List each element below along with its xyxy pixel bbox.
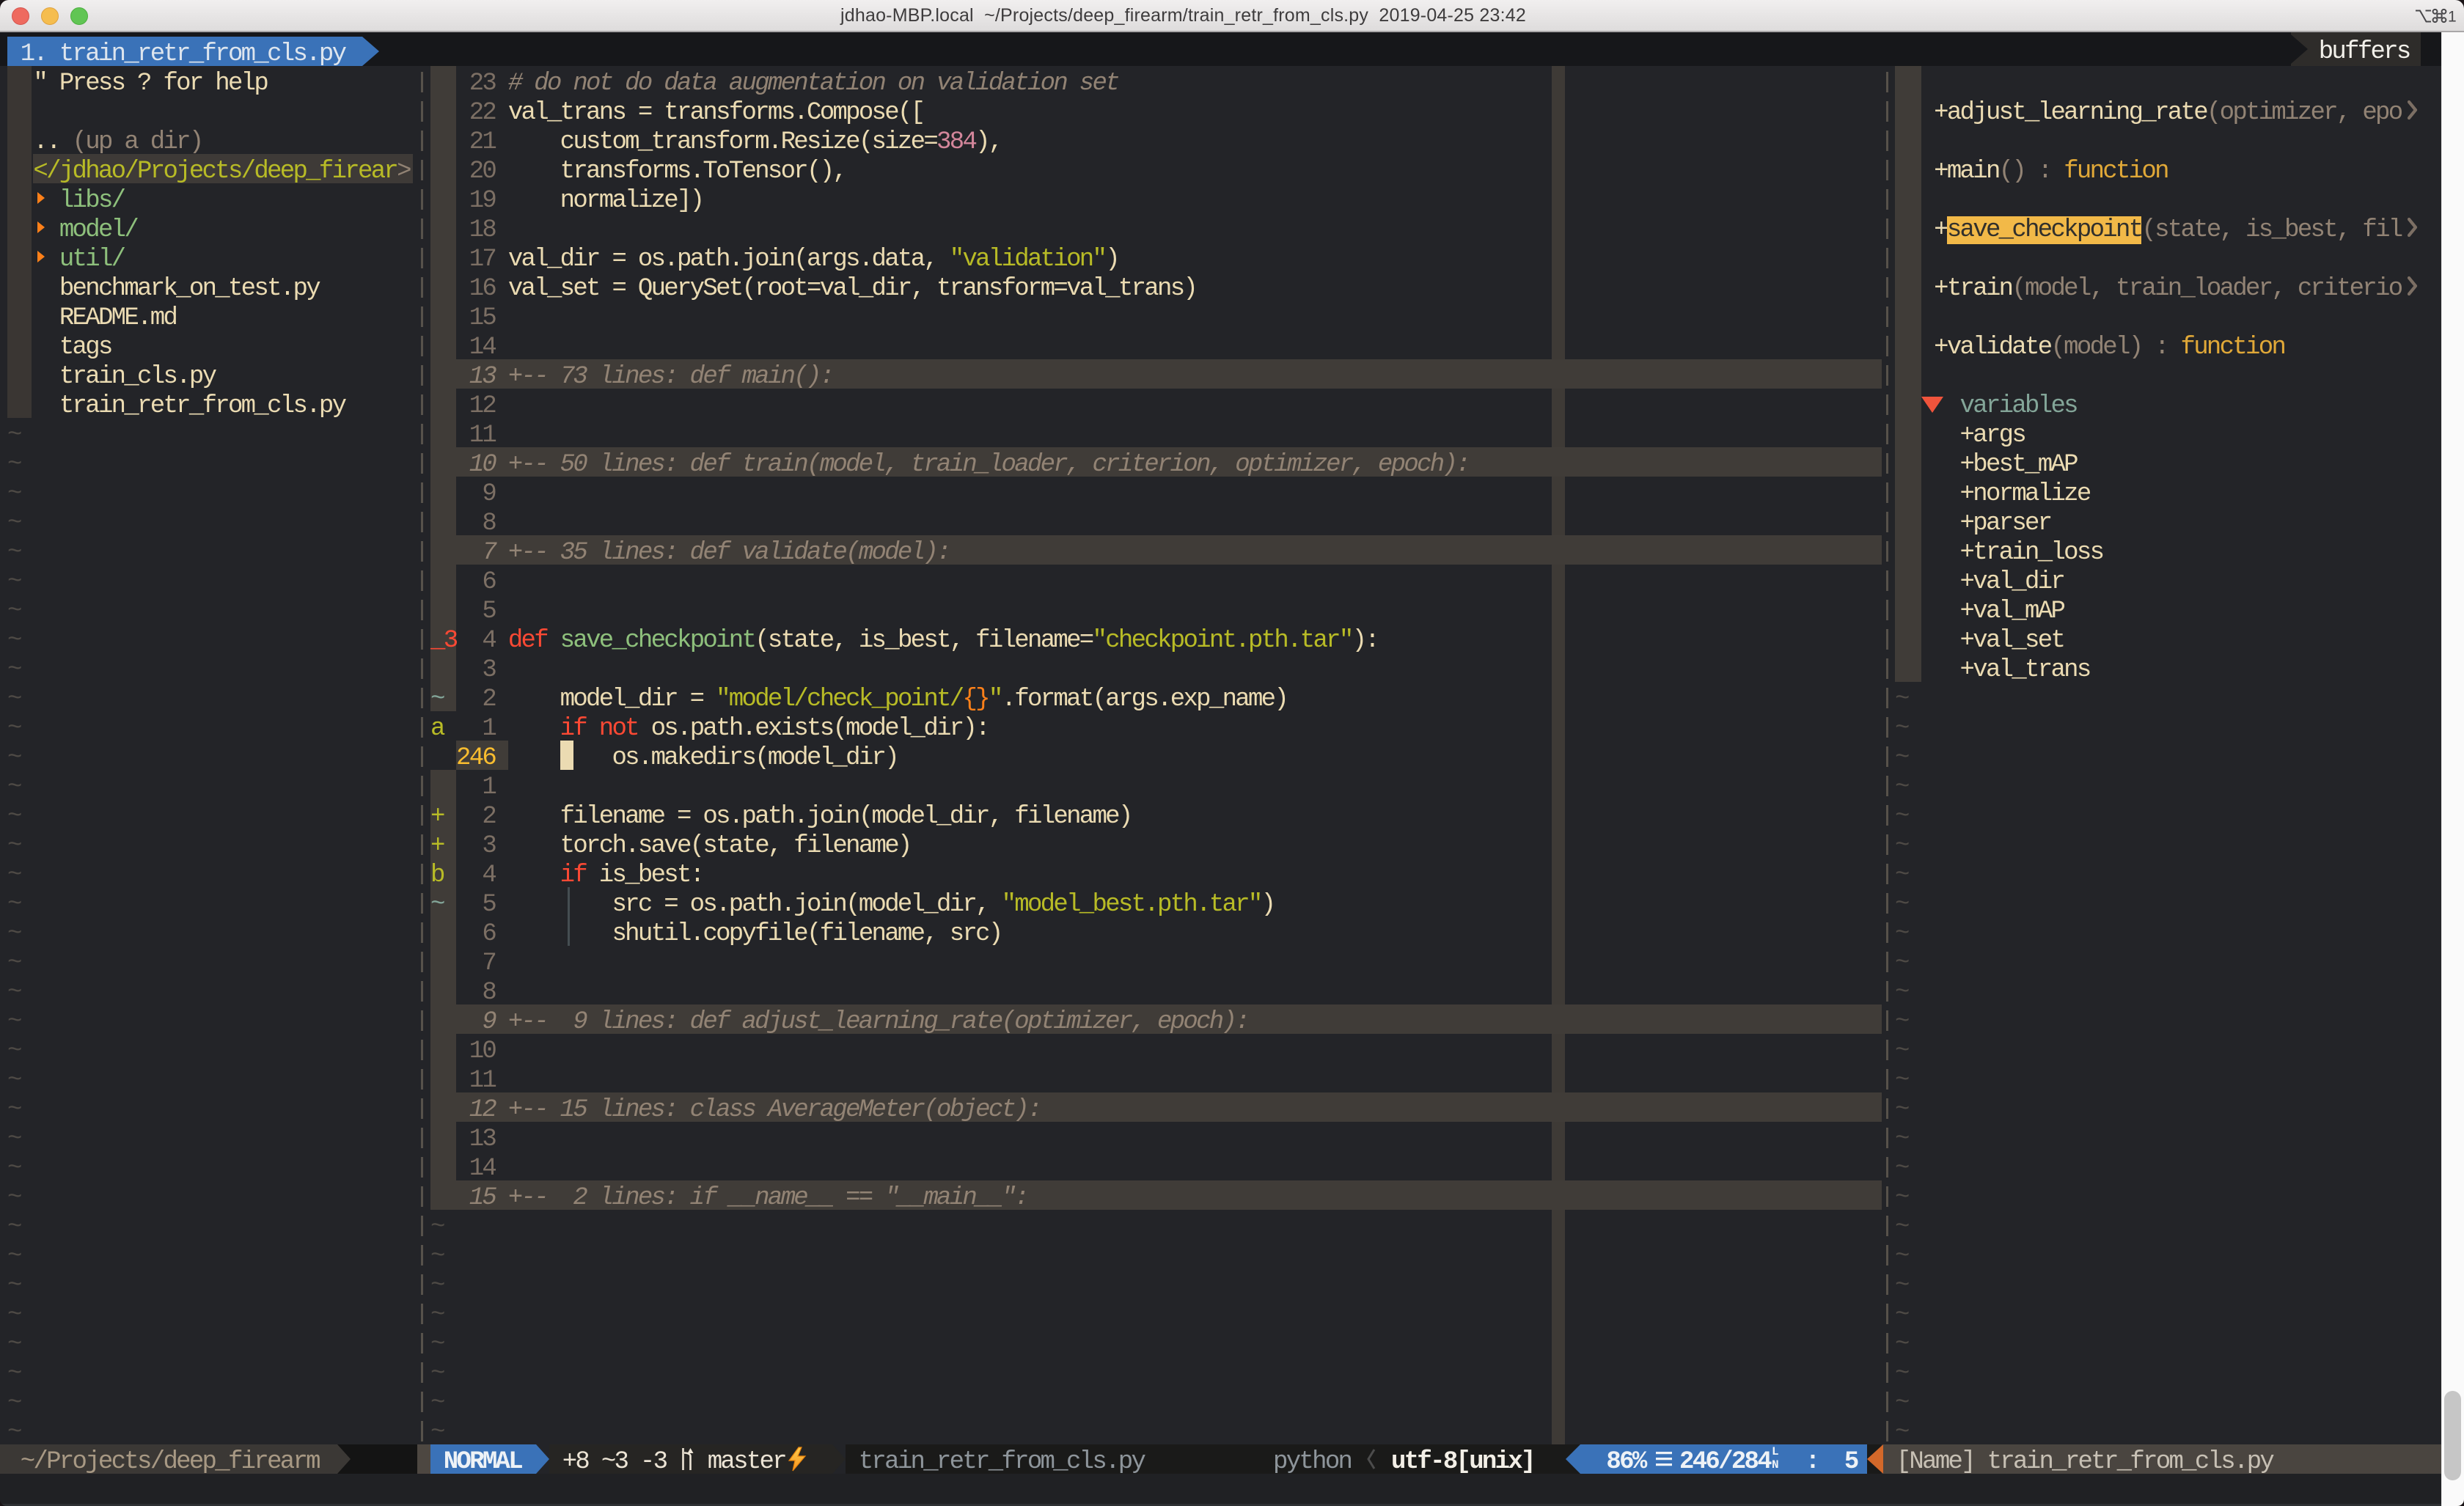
- svg-text:1: 1: [2448, 9, 2456, 25]
